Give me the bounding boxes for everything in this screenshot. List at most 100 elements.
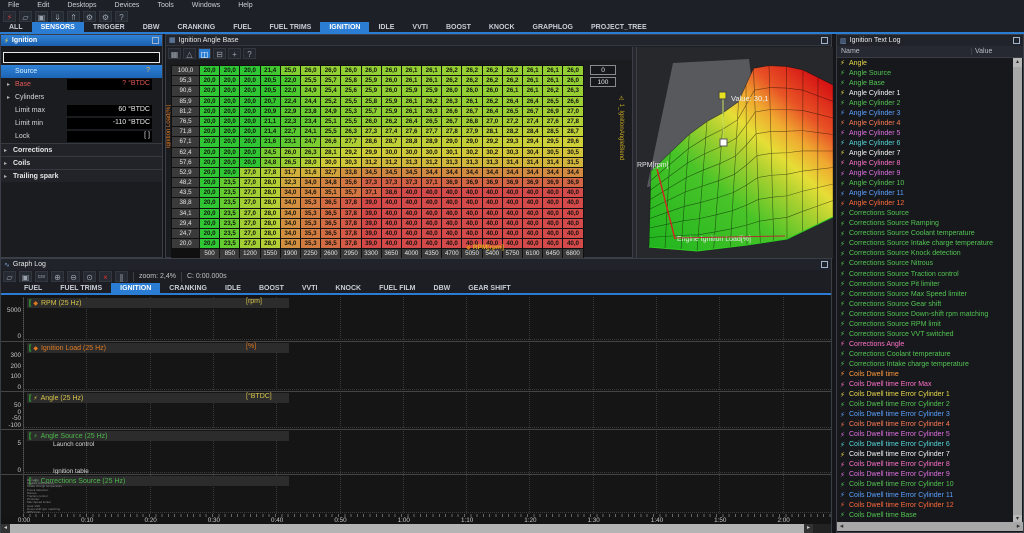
tab-fuel-trims[interactable]: FUEL TRIMS	[260, 22, 320, 32]
setting-value[interactable]: -110 °BTDC	[67, 118, 152, 129]
table-cell[interactable]: 26,0	[462, 86, 481, 95]
table-cell[interactable]: 40,0	[483, 229, 502, 238]
table-cell[interactable]: 22,7	[281, 127, 300, 136]
tab-all[interactable]: ALL	[0, 22, 32, 32]
zoom-fit-icon[interactable]: ⊙	[83, 271, 96, 282]
text-log-vscrollbar[interactable]: ▴ ▾	[1013, 58, 1022, 524]
graph-log-hscrollbar[interactable]: ◂ ▸	[1, 524, 831, 533]
table-cell[interactable]: 40,0	[523, 188, 542, 197]
table-cell[interactable]: 25,5	[341, 97, 360, 106]
table-cell[interactable]: 40,0	[402, 198, 421, 207]
graph-tab-vvti[interactable]: VVTI	[293, 283, 327, 293]
table-cell[interactable]: 20,0	[200, 148, 219, 157]
text-log-row[interactable]: ⚡Corrections Source Pit limiter	[837, 279, 1015, 289]
table-cell[interactable]: 40,0	[402, 188, 421, 197]
table-cell[interactable]: 26,4	[503, 97, 522, 106]
table-cell[interactable]: 24,5	[261, 148, 280, 157]
table-cell[interactable]: 40,0	[503, 188, 522, 197]
help-icon[interactable]: ?	[115, 11, 128, 22]
tab-vvti[interactable]: VVTI	[403, 22, 437, 32]
table-cell[interactable]: 35,3	[301, 239, 320, 248]
graph-row-ignition-load-25-hz[interactable]: [◆Ignition Load (25 Hz)[%]3002001000	[1, 341, 831, 391]
table-cell[interactable]: 28,0	[261, 178, 280, 187]
menu-windows[interactable]: Windows	[192, 2, 220, 9]
table-cell[interactable]: 31,6	[301, 168, 320, 177]
table-cell[interactable]: 40,0	[543, 239, 562, 248]
tab-dbw[interactable]: DBW	[134, 22, 169, 32]
table-cell[interactable]: 24,9	[321, 107, 340, 116]
text-log-row[interactable]: ⚡Coils Dwell time Error Cylinder 7	[837, 450, 1015, 460]
table-cell[interactable]: 20,0	[200, 158, 219, 167]
chevron-right-icon[interactable]: ▸	[4, 173, 7, 180]
table-cell[interactable]: 20,0	[240, 76, 259, 85]
table-cell[interactable]: 36,9	[523, 178, 542, 187]
table-cell[interactable]: 26,2	[503, 66, 522, 75]
tab-sensors[interactable]: SENSORS	[32, 22, 84, 32]
table-cell[interactable]: 34,0	[281, 209, 300, 218]
table-cell[interactable]: 27,0	[240, 209, 259, 218]
table-cell[interactable]: 20,0	[200, 86, 219, 95]
table-cell[interactable]: 22,9	[281, 107, 300, 116]
text-log-row[interactable]: ⚡Coils Dwell time Error Cylinder 2	[837, 400, 1015, 410]
table-cell[interactable]: 40,0	[503, 239, 522, 248]
table-cell[interactable]: 28,1	[483, 127, 502, 136]
graph-tab-cranking[interactable]: CRANKING	[160, 283, 216, 293]
table-cell[interactable]: 36,9	[503, 178, 522, 187]
table-cell[interactable]: 22,0	[281, 86, 300, 95]
text-log-row[interactable]: ⚡Angle Cylinder 8	[837, 158, 1015, 168]
table-cell[interactable]: 27,0	[563, 107, 582, 116]
table-cell[interactable]: 40,0	[543, 229, 562, 238]
table-cell[interactable]: 23,4	[301, 117, 320, 126]
tab-fuel[interactable]: FUEL	[224, 22, 260, 32]
table-cell[interactable]: 26,1	[422, 66, 441, 75]
table-cell[interactable]: 40,0	[402, 239, 421, 248]
table-cell[interactable]: 23,5	[220, 219, 239, 228]
table-cell[interactable]: 24,8	[261, 158, 280, 167]
table-cell[interactable]: 31,2	[422, 158, 441, 167]
table-cell[interactable]: 34,4	[543, 168, 562, 177]
table-cell[interactable]: 30,3	[503, 148, 522, 157]
table-cell[interactable]: 26,2	[503, 76, 522, 85]
table-cell[interactable]: 26,0	[563, 66, 582, 75]
table-cell[interactable]: 26,0	[563, 76, 582, 85]
table-cell[interactable]: 40,0	[523, 198, 542, 207]
table-cell[interactable]: 36,9	[543, 178, 562, 187]
text-log-row[interactable]: ⚡Corrections Source Down-shift rpm match…	[837, 309, 1015, 319]
table-cell[interactable]: 20,0	[240, 66, 259, 75]
table-cell[interactable]: 40,0	[442, 239, 461, 248]
table-cell[interactable]: 37,1	[362, 188, 381, 197]
scroll-right-icon[interactable]: ▸	[1014, 522, 1023, 531]
text-log-row[interactable]: ⚡Coils Dwell time Error Cylinder 11	[837, 490, 1015, 500]
table-cell[interactable]: 39,0	[362, 209, 381, 218]
table-cell[interactable]: 20,5	[261, 86, 280, 95]
table-cell[interactable]: 31,2	[382, 158, 401, 167]
send-to-device-icon[interactable]: ⇓	[51, 11, 64, 22]
table-cell[interactable]: 23,5	[220, 239, 239, 248]
setting-value[interactable]: ? °BTDC	[67, 79, 152, 90]
table-cell[interactable]: 26,0	[382, 86, 401, 95]
graph-tab-boost[interactable]: BOOST	[250, 283, 293, 293]
table-cell[interactable]: 23,5	[220, 178, 239, 187]
table-cell[interactable]: 34,0	[301, 178, 320, 187]
text-log-row[interactable]: ⚡Corrections Source Intake charge temper…	[837, 239, 1015, 249]
table-cell[interactable]: 20,0	[240, 137, 259, 146]
tab-graphlog[interactable]: GRAPHLOG	[524, 22, 582, 32]
table-cell[interactable]: 20,0	[200, 127, 219, 136]
table-cell[interactable]: 34,4	[483, 168, 502, 177]
table-cell[interactable]: 26,1	[402, 97, 421, 106]
table-cell[interactable]: 25,3	[341, 107, 360, 116]
table-cell[interactable]: 25,9	[402, 86, 421, 95]
table-cell[interactable]: 26,5	[422, 117, 441, 126]
table-cell[interactable]: 27,0	[483, 117, 502, 126]
text-log-row[interactable]: ⚡Angle Cylinder 7	[837, 148, 1015, 158]
table-cell[interactable]: 23,5	[220, 198, 239, 207]
table-cell[interactable]: 28,0	[261, 198, 280, 207]
table-cell[interactable]: 33,8	[341, 168, 360, 177]
table-cell[interactable]: 29,0	[442, 137, 461, 146]
table-cell[interactable]: 30,5	[543, 148, 562, 157]
table-cell[interactable]: 27,8	[261, 168, 280, 177]
table-cell[interactable]: 35,3	[301, 229, 320, 238]
pause-icon[interactable]: ∥	[115, 271, 128, 282]
table-cell[interactable]: 25,9	[422, 86, 441, 95]
table-cell[interactable]: 26,2	[462, 76, 481, 85]
